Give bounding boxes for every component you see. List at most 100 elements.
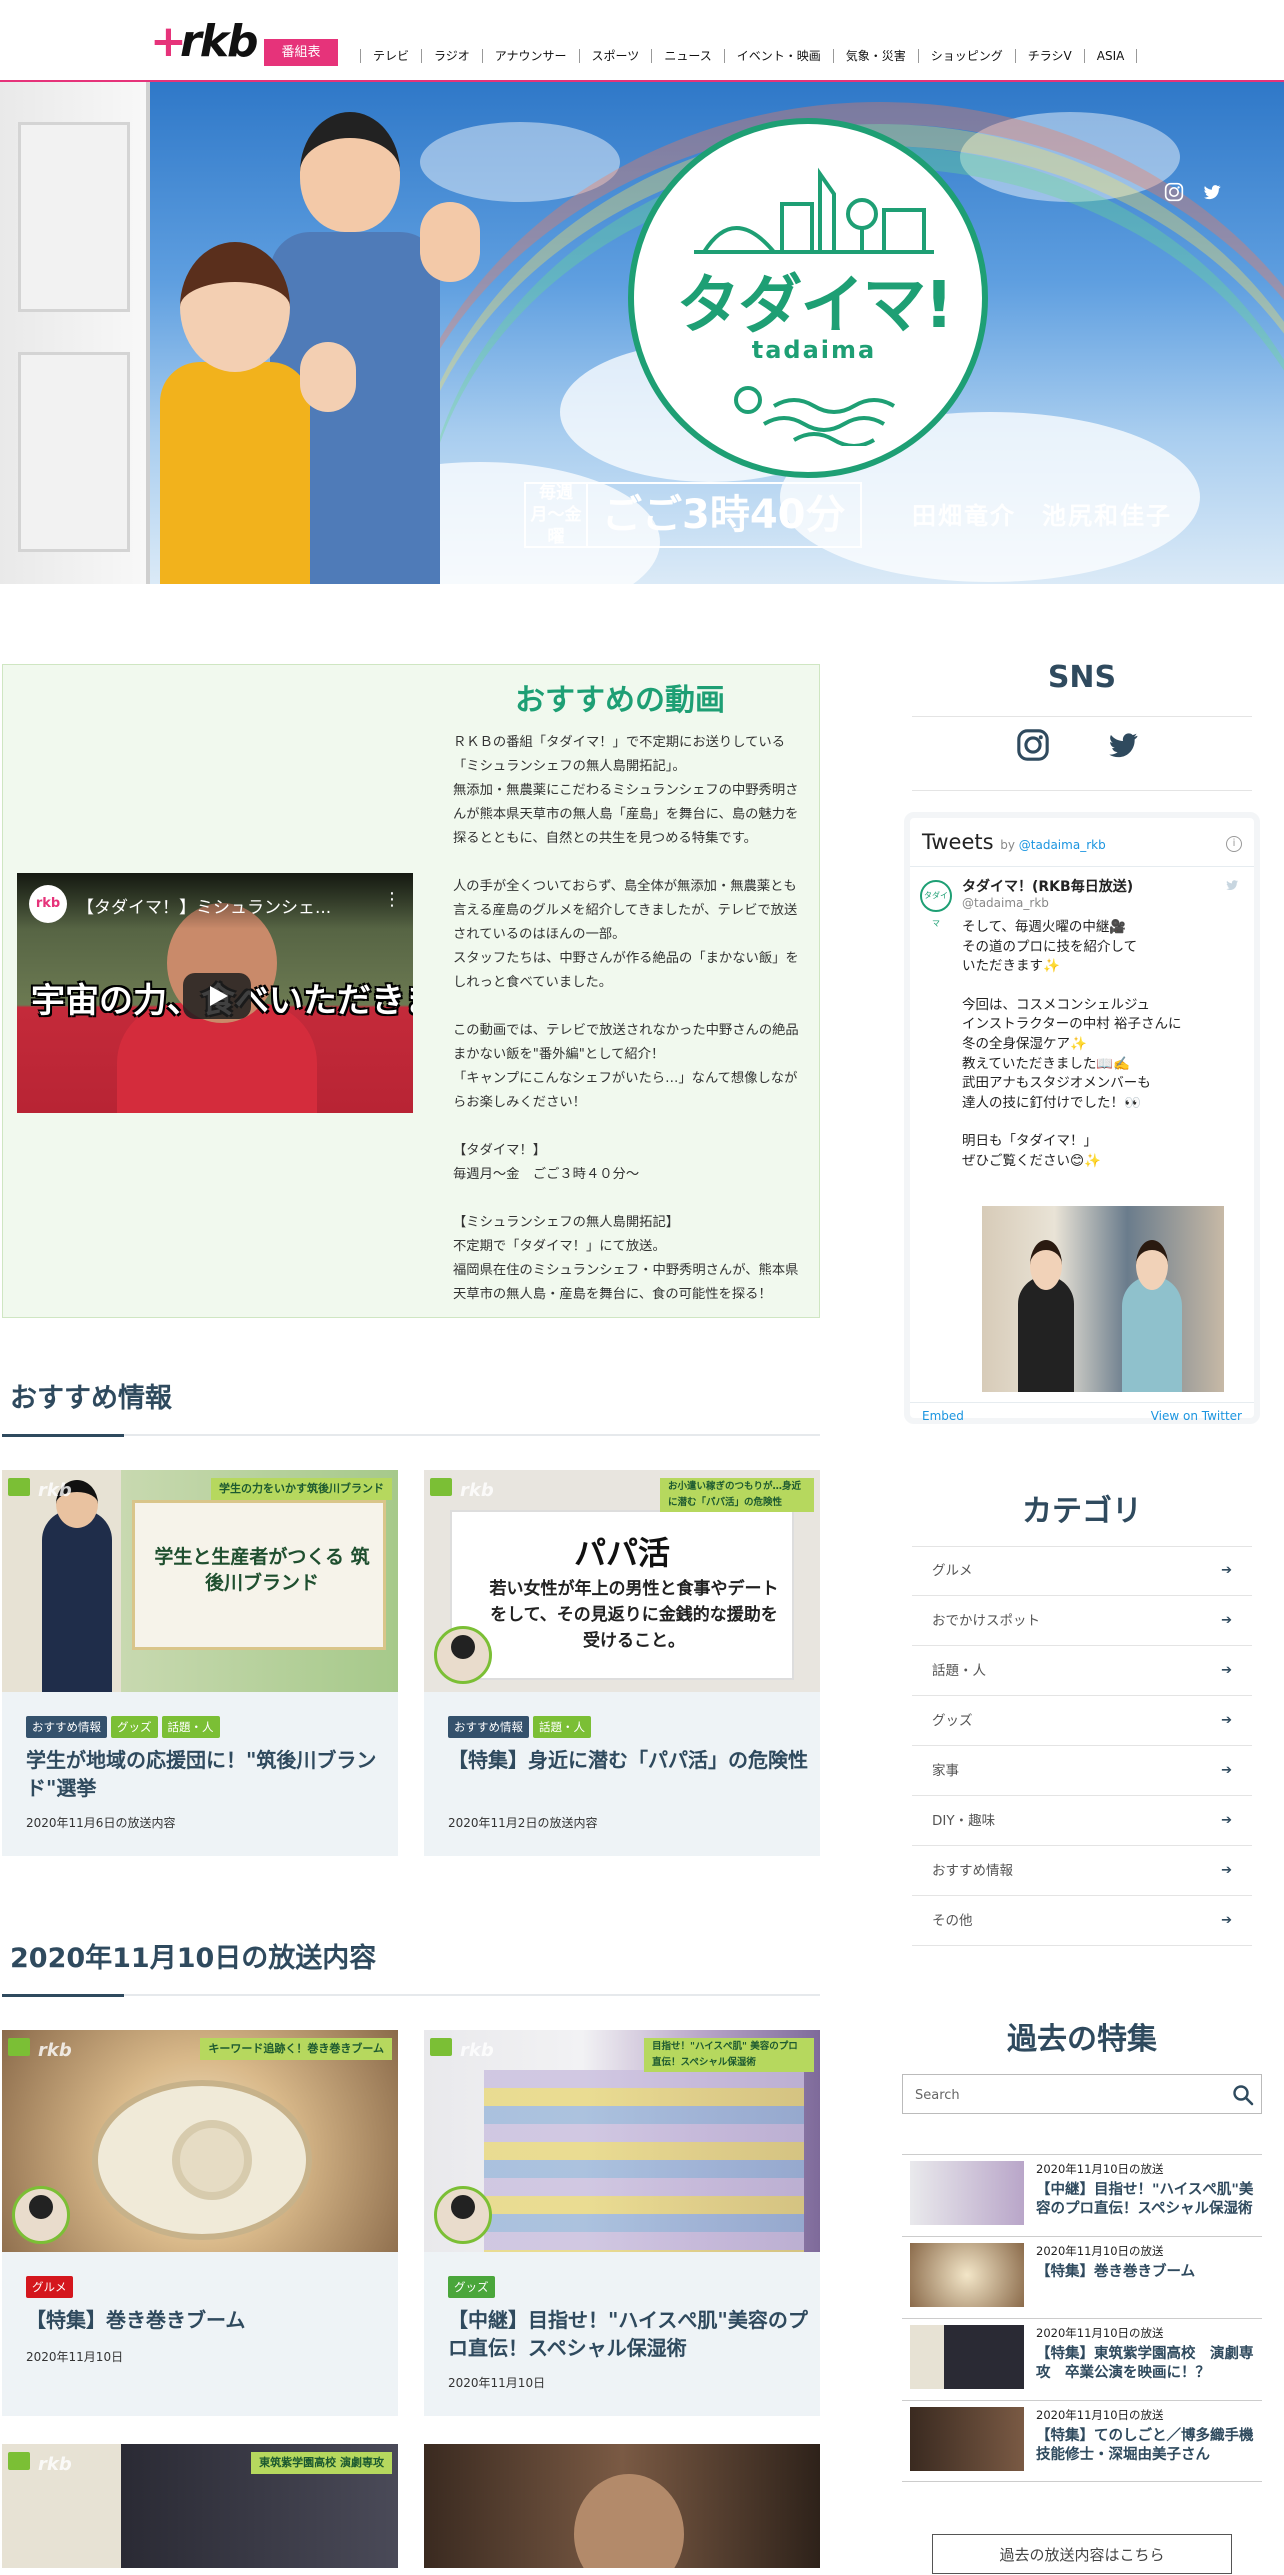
past-thumbnail[interactable] xyxy=(910,2325,1024,2389)
past-title-link[interactable]: 【特集】てのしごと／博多織手機技能修士・深堀由美子さん xyxy=(1036,2427,1256,2465)
category-item[interactable]: おすすめ情報 ➔ xyxy=(912,1846,1252,1896)
nav-chirashi[interactable]: チラシV xyxy=(1014,49,1084,63)
category-item[interactable]: その他 ➔ xyxy=(912,1896,1252,1946)
nav-weather[interactable]: 気象・災害 xyxy=(832,49,918,63)
tag[interactable]: おすすめ情報 xyxy=(26,1716,107,1738)
video-title[interactable]: 【タダイマ！】ミシュランシェ... xyxy=(77,893,377,918)
past-title-link[interactable]: 【特集】東筑紫学園高校 演劇専攻 卒業公演を映画に！？ xyxy=(1036,2345,1256,2383)
tag[interactable]: 話題・人 xyxy=(161,1716,220,1738)
category-item[interactable]: グッズ ➔ xyxy=(912,1696,1252,1746)
article-title[interactable]: 学生が地域の応援団に！"筑後川ブランド"選挙 xyxy=(26,1746,386,1802)
article-thumbnail[interactable]: rkb 目指せ！"ハイスぺ肌" 美容のプロ直伝！スペシャル保湿術 xyxy=(424,2030,820,2252)
featured-title: おすすめの動画 xyxy=(515,683,725,718)
host-female-hand xyxy=(300,342,356,412)
past-thumbnail[interactable] xyxy=(910,2161,1024,2225)
article-thumbnail[interactable]: rkb キーワード追跡く！巻き巻きブーム xyxy=(2,2030,398,2252)
info-icon[interactable]: i xyxy=(1226,836,1242,852)
schedule-days: 毎週月〜金曜 xyxy=(526,483,588,547)
tweet-line: 教えていただきました📖✍️ xyxy=(962,1055,1130,1072)
past-date: 2020年11月10日の放送 xyxy=(1036,2162,1164,2176)
category-item[interactable]: 話題・人 ➔ xyxy=(912,1646,1252,1696)
side-divider xyxy=(912,716,1252,717)
tweets-handle-link[interactable]: @tadaima_rkb xyxy=(1019,838,1106,852)
article-title[interactable]: 【中継】目指せ！"ハイスぺ肌"美容のプロ直伝！スペシャル保湿術 xyxy=(448,2306,808,2362)
program-guide-button[interactable]: 番組表 xyxy=(264,39,338,66)
search-input[interactable] xyxy=(915,2083,1215,2107)
host-female-head xyxy=(180,242,290,372)
article-card[interactable]: rkb 東筑紫学園高校 演劇専攻 xyxy=(2,2444,398,2568)
category-item[interactable]: おでかけスポット ➔ xyxy=(912,1596,1252,1646)
arrow-right-icon: ➔ xyxy=(1221,1613,1232,1628)
account-name[interactable]: タダイマ！(RKB毎日放送) xyxy=(962,876,1133,896)
past-thumbnail[interactable] xyxy=(910,2407,1024,2471)
past-feature-item[interactable]: 2020年11月10日の放送 【特集】東筑紫学園高校 演劇専攻 卒業公演を映画に… xyxy=(902,2318,1262,2400)
channel-badge-icon xyxy=(8,2038,30,2056)
video-channel-avatar[interactable]: rkb xyxy=(29,885,67,923)
nav-tv[interactable]: テレビ xyxy=(360,49,421,63)
category-item[interactable]: DIY・趣味 ➔ xyxy=(912,1796,1252,1846)
door-illustration xyxy=(0,82,150,584)
show-title: タダイマ! xyxy=(676,269,953,343)
account-handle[interactable]: @tadaima_rkb xyxy=(962,896,1049,910)
tweet-line: 今回は、コスメコンシェルジュ xyxy=(962,996,1151,1013)
rkb-watermark: rkb xyxy=(38,2454,72,2475)
category-label: グルメ xyxy=(932,1563,973,1579)
nav-shopping[interactable]: ショッピング xyxy=(917,49,1015,63)
product-shelf xyxy=(484,2070,804,2252)
category-item[interactable]: 家事 ➔ xyxy=(912,1746,1252,1796)
desc-line: 人の手が全くついておらず、島全体が無添加・無農薬とも言える産島のグルメを紹介して… xyxy=(453,879,798,942)
instagram-icon[interactable] xyxy=(1164,182,1186,204)
show-subtitle: tadaima xyxy=(751,336,877,364)
video-player[interactable]: rkb 【タダイマ！】ミシュランシェ... ⋮ 宇宙の力、食べいただきます xyxy=(17,873,413,1113)
past-broadcasts-button[interactable]: 過去の放送内容はこちら xyxy=(932,2534,1232,2574)
nav-sports[interactable]: スポーツ xyxy=(578,49,652,63)
reporter-avatar xyxy=(12,2186,70,2244)
tweet-photo[interactable] xyxy=(982,1206,1224,1392)
tag-list: グッズ xyxy=(448,2276,495,2298)
nav-events[interactable]: イベント・映画 xyxy=(723,49,833,63)
nav-asia[interactable]: ASIA xyxy=(1083,49,1138,63)
article-title[interactable]: 【特集】巻き巻きブーム xyxy=(26,2306,386,2334)
article-card[interactable]: rkb 目指せ！"ハイスぺ肌" 美容のプロ直伝！スペシャル保湿術 グッズ 【中継… xyxy=(424,2030,820,2416)
past-feature-item[interactable]: 2020年11月10日の放送 【中継】目指せ！"ハイスぺ肌"美容のプロ直伝！スペ… xyxy=(902,2154,1262,2236)
tag[interactable]: グルメ xyxy=(26,2276,73,2298)
article-card[interactable] xyxy=(424,2444,820,2568)
embed-link[interactable]: Embed xyxy=(922,1409,964,1423)
twitter-icon[interactable] xyxy=(1202,182,1224,204)
host-female xyxy=(160,242,356,584)
nav-news[interactable]: ニュース xyxy=(651,49,723,63)
nav-radio[interactable]: ラジオ xyxy=(421,49,482,63)
article-thumbnail[interactable]: パパ活 若い女性が年上の男性と食事やデートをして、その見返りに金銭的な援助を受け… xyxy=(424,1470,820,1692)
article-card[interactable]: rkb キーワード追跡く！巻き巻きブーム グルメ 【特集】巻き巻きブーム 202… xyxy=(2,2030,398,2416)
hero-banner: タダイマ! tadaima 毎週月〜金曜 ごご3時40分 田畑竜介 池尻和佳子 xyxy=(0,82,1284,584)
past-feature-item[interactable]: 2020年11月10日の放送 【特集】巻き巻きブーム xyxy=(902,2236,1262,2318)
article-thumbnail[interactable] xyxy=(424,2444,820,2568)
host-names: 田畑竜介 池尻和佳子 xyxy=(912,502,1172,530)
article-title[interactable]: 【特集】身近に潜む「パパ活」の危険性 xyxy=(448,1746,808,1774)
article-thumbnail[interactable]: 学生と生産者がつくる 筑後川ブランド rkb 学生の力をいかす筑後川ブランド xyxy=(2,1470,398,1692)
article-card[interactable]: パパ活 若い女性が年上の男性と食事やデートをして、その見返りに金銭的な援助を受け… xyxy=(424,1470,820,1856)
article-card[interactable]: 学生と生産者がつくる 筑後川ブランド rkb 学生の力をいかす筑後川ブランド お… xyxy=(2,1470,398,1856)
past-title-link[interactable]: 【中継】目指せ！"ハイスぺ肌"美容のプロ直伝！スペシャル保湿術 xyxy=(1036,2181,1256,2219)
twitter-bird-icon[interactable] xyxy=(1224,878,1240,892)
twitter-icon[interactable] xyxy=(1106,728,1144,766)
account-avatar[interactable]: タダイマ xyxy=(920,880,952,928)
category-label: 話題・人 xyxy=(932,1663,986,1679)
tag[interactable]: グッズ xyxy=(111,1716,158,1738)
tweet-line: 達人の技に釘付けでした！👀 xyxy=(962,1094,1141,1111)
rkb-logo[interactable]: + rkb xyxy=(150,18,258,66)
view-on-twitter-link[interactable]: View on Twitter xyxy=(1151,1409,1242,1423)
article-thumbnail[interactable]: rkb 東筑紫学園高校 演劇専攻 xyxy=(2,2444,398,2568)
instagram-icon[interactable] xyxy=(1016,728,1054,766)
past-title-link[interactable]: 【特集】巻き巻きブーム xyxy=(1036,2263,1256,2282)
search-icon[interactable] xyxy=(1231,2083,1255,2107)
tag[interactable]: グッズ xyxy=(448,2276,495,2298)
tag[interactable]: 話題・人 xyxy=(533,1716,591,1738)
video-menu-icon[interactable]: ⋮ xyxy=(383,889,401,910)
nav-announcer[interactable]: アナウンサー xyxy=(481,49,579,63)
past-feature-item[interactable]: 2020年11月10日の放送 【特集】てのしごと／博多織手機技能修士・深堀由美子… xyxy=(902,2400,1262,2482)
play-button-icon[interactable] xyxy=(183,973,251,1019)
past-thumbnail[interactable] xyxy=(910,2243,1024,2307)
category-item[interactable]: グルメ ➔ xyxy=(912,1546,1252,1596)
tag[interactable]: おすすめ情報 xyxy=(448,1716,529,1738)
